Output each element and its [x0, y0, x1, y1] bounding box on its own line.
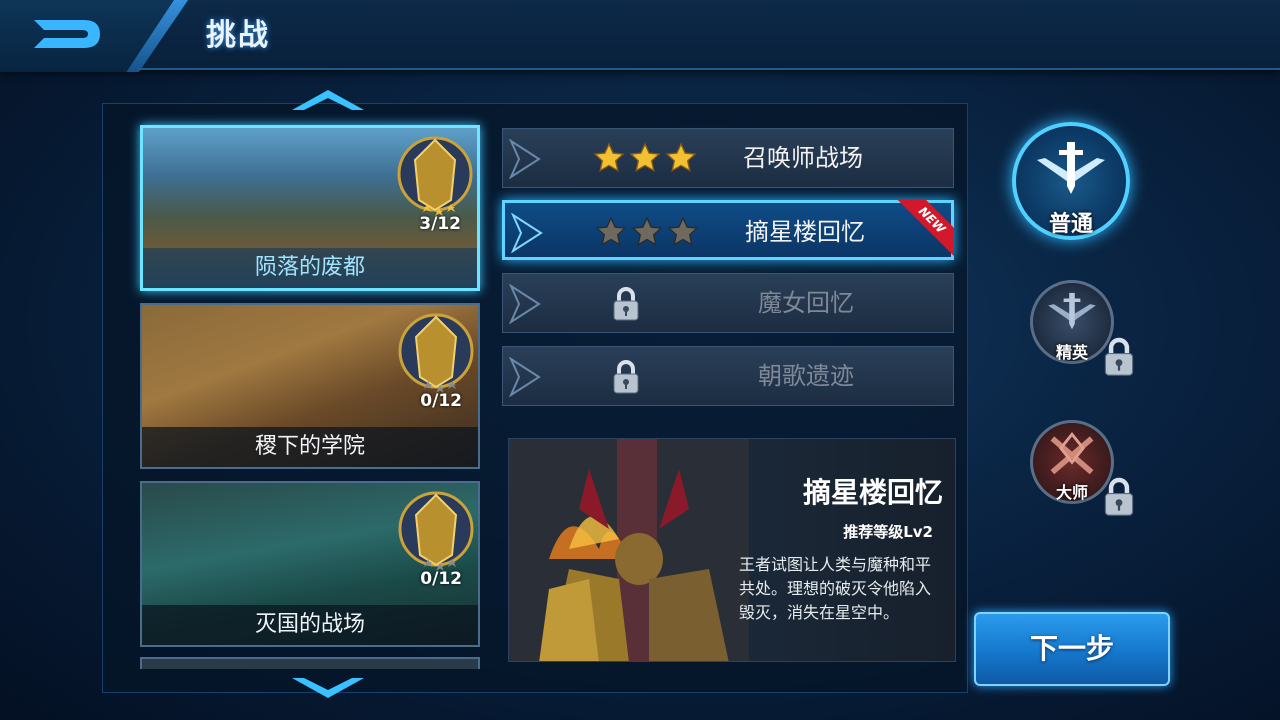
star-empty-icon — [595, 216, 627, 246]
map-name: 灭国的战场 — [142, 605, 478, 645]
map-card-fallen-battlefield[interactable]: 0/12 灭国的战场 — [140, 481, 480, 647]
recommended-level: 推荐等级Lv2 — [843, 523, 933, 541]
difficulty-normal-button[interactable]: 普通 — [1012, 122, 1130, 240]
sword-emblem-icon — [1048, 292, 1096, 330]
level-name: 朝歌遗迹 — [758, 362, 854, 390]
chevron-right-icon — [509, 284, 541, 324]
scroll-down-arrow-icon[interactable] — [290, 676, 366, 700]
detail-title: 摘星楼回忆 — [802, 476, 943, 509]
map-name: 稷下的学院 — [142, 427, 478, 467]
scroll-up-arrow-icon[interactable] — [290, 88, 366, 112]
map-card-jixia-academy[interactable]: 0/12 稷下的学院 — [140, 303, 480, 469]
level-detail-panel: 摘星楼回忆 推荐等级Lv2 王者试图让人类与魔种和平共处。理想的破灭令他陷入毁灭… — [508, 438, 956, 662]
difficulty-label: 精英 — [1055, 343, 1088, 362]
next-step-button[interactable]: 下一步 — [974, 612, 1170, 686]
level-row-summoner-battlefield[interactable]: 召唤师战场 — [502, 128, 954, 188]
crossed-swords-icon — [1050, 432, 1094, 475]
chevron-right-icon — [511, 213, 543, 253]
chevron-right-icon — [509, 357, 541, 397]
star-icon — [593, 142, 625, 172]
page-title: 挑战 — [206, 18, 270, 53]
lock-icon — [613, 287, 639, 321]
lock-icon — [613, 360, 639, 394]
chevron-right-icon — [509, 139, 541, 179]
star-icon — [629, 142, 661, 172]
star-rating — [593, 142, 697, 174]
detail-description: 王者试图让人类与魔种和平共处。理想的破灭令他陷入毁灭，消失在星空中。 — [739, 555, 932, 622]
lock-icon — [1104, 477, 1134, 516]
boss-portrait — [509, 439, 749, 661]
star-rating — [595, 216, 699, 248]
next-step-label: 下一步 — [1029, 632, 1114, 665]
back-arrow-icon — [34, 20, 100, 48]
difficulty-label: 普通 — [1048, 212, 1093, 237]
level-row-zhaoge-ruins[interactable]: 朝歌遗迹 — [502, 346, 954, 406]
difficulty-label: 大师 — [1055, 483, 1088, 502]
lock-icon — [1104, 337, 1134, 376]
sword-emblem-icon — [1037, 142, 1105, 194]
top-bar: 挑战 — [0, 0, 1280, 72]
level-name: 魔女回忆 — [758, 289, 854, 317]
map-card-ruined-capital[interactable]: 3/12 陨落的废都 — [140, 125, 480, 291]
map-name: 陨落的废都 — [143, 248, 477, 288]
map-card-partial[interactable] — [140, 657, 480, 669]
map-progress: 3/12 — [419, 214, 461, 234]
level-row-witch-memory[interactable]: 魔女回忆 — [502, 273, 954, 333]
star-empty-icon — [631, 216, 663, 246]
star-empty-icon — [667, 216, 699, 246]
level-row-star-tower[interactable]: 摘星楼回忆 NEW — [502, 200, 954, 260]
level-name: 召唤师战场 — [743, 144, 863, 172]
new-badge: NEW — [894, 200, 954, 260]
star-icon — [665, 142, 697, 172]
map-progress: 0/12 — [420, 569, 462, 589]
map-progress: 0/12 — [420, 391, 462, 411]
